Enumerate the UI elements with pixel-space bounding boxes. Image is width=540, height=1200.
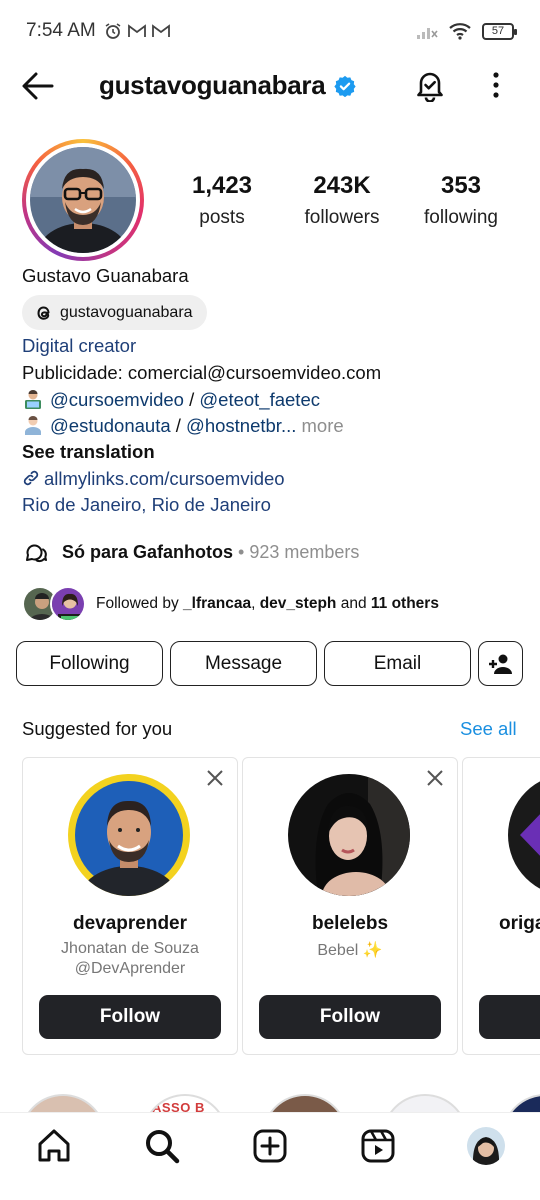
suggested-full-name: Jhonatan de Souza (61, 940, 199, 957)
avatar[interactable] (68, 774, 190, 896)
page-title: gustavoguanabara (99, 70, 326, 100)
mention-link[interactable]: @eteot_faetec (199, 389, 320, 410)
profile-avatar[interactable] (22, 139, 144, 261)
highlight-item[interactable] (382, 1094, 468, 1112)
search-icon (146, 1130, 180, 1164)
channel-icon (26, 544, 47, 563)
email-button[interactable]: Email (324, 641, 471, 686)
suggested-subtitle: @DevAprender (74, 960, 186, 977)
see-translation-link[interactable]: See translation (22, 441, 155, 463)
nav-home[interactable] (35, 1127, 73, 1165)
follow-button[interactable] (479, 995, 540, 1039)
stat-value: 1,423 (191, 172, 253, 199)
others-count[interactable]: 11 others (371, 595, 439, 612)
nav-search[interactable] (143, 1127, 181, 1165)
threads-handle: gustavoguanabara (60, 303, 193, 321)
suggested-username: devaprender (72, 913, 188, 934)
add-person-icon (488, 654, 512, 674)
signal-icon (417, 28, 438, 39)
nav-profile[interactable] (467, 1127, 505, 1165)
stat-label: posts (199, 207, 245, 228)
stat-label: following (424, 207, 498, 228)
bio-mentions-line: @cursoemvideo / @eteot_faetec (22, 389, 320, 411)
gmail-icon (151, 24, 170, 37)
follow-button[interactable]: Follow (259, 995, 441, 1039)
nav-create[interactable] (251, 1127, 289, 1165)
close-icon[interactable] (425, 768, 445, 788)
bottom-navigation (0, 1112, 540, 1200)
stat-posts[interactable]: 1,423 posts (152, 172, 292, 229)
battery-indicator: 57 (482, 22, 517, 40)
bell-check-icon (417, 72, 443, 103)
bio-text: Publicidade: comercial@cursoemvideo.com (22, 362, 382, 383)
kebab-menu-icon (493, 72, 499, 98)
mention-link[interactable]: @estudonauta (50, 415, 171, 436)
follower-username[interactable]: _lfrancaa (183, 595, 251, 612)
follower-username[interactable]: dev_steph (260, 595, 337, 612)
channel-name: Só para Gafanhotos (62, 541, 234, 562)
suggested-card[interactable]: devaprender Jhonatan de Souza @DevAprend… (22, 757, 238, 1055)
highlight-label: ASSO B (152, 1100, 205, 1112)
suggested-card[interactable]: belelebs Bebel ✨ Follow (242, 757, 458, 1055)
link-icon (23, 470, 39, 486)
technologist-emoji-icon (25, 390, 41, 409)
profile-header: gustavoguanabara (0, 62, 540, 110)
add-post-icon (253, 1129, 287, 1163)
see-all-link[interactable]: See all (460, 718, 517, 740)
bio-more-link[interactable]: more (296, 415, 344, 436)
mention-link[interactable]: @hostnetbr... (186, 415, 296, 436)
message-button[interactable]: Message (170, 641, 317, 686)
status-bar: 7:54 AM 57 (0, 0, 540, 62)
following-button[interactable]: Following (16, 641, 163, 686)
suggested-username: origa (499, 913, 540, 934)
suggested-username: belelebs (311, 913, 389, 934)
bio-mentions-line: @estudonauta / @hostnetbr... more (22, 415, 344, 437)
home-icon (38, 1129, 70, 1162)
avatar (467, 1127, 505, 1165)
more-options-button[interactable] (484, 68, 508, 102)
back-arrow-icon (22, 72, 54, 100)
threads-icon (37, 305, 50, 320)
notifications-button[interactable] (413, 68, 447, 103)
close-icon[interactable] (205, 768, 225, 788)
follow-button[interactable]: Follow (39, 995, 221, 1039)
story-highlights: ASSO B (0, 1088, 540, 1112)
highlight-item[interactable] (502, 1094, 540, 1112)
avatar (50, 586, 86, 622)
status-time: 7:54 AM (26, 20, 96, 41)
threads-badge[interactable]: gustavoguanabara (22, 295, 207, 330)
followed-by[interactable]: Followed by _lfrancaa, dev_steph and 11 … (22, 586, 439, 622)
suggested-title: Suggested for you (22, 718, 173, 739)
highlight-item[interactable]: ASSO B (142, 1094, 228, 1112)
back-button[interactable] (20, 70, 56, 102)
profile-location[interactable]: Rio de Janeiro, Rio de Janeiro (22, 494, 271, 516)
wifi-icon (449, 23, 471, 40)
alarm-icon (105, 23, 121, 39)
profile-link[interactable]: allmylinks.com/cursoemvideo (22, 468, 285, 490)
gmail-icon (127, 24, 146, 37)
reels-icon (361, 1129, 395, 1163)
full-name: Gustavo Guanabara (22, 265, 189, 286)
mention-link[interactable]: @cursoemvideo (50, 389, 184, 410)
suggested-card[interactable]: origa (462, 757, 540, 1055)
person-emoji-icon (25, 416, 41, 435)
suggested-full-name: Bebel ✨ (317, 942, 383, 959)
broadcast-channel[interactable]: Só para Gafanhotos • 923 members (22, 540, 359, 564)
channel-members: • 923 members (233, 541, 360, 562)
highlight-item[interactable] (20, 1094, 106, 1112)
profile-category: Digital creator (22, 335, 137, 356)
avatar[interactable] (288, 774, 410, 896)
suggest-people-button[interactable] (478, 641, 523, 686)
stat-value: 353 (440, 172, 482, 199)
avatar (30, 147, 136, 253)
verified-badge-icon (334, 75, 356, 97)
highlight-item[interactable] (262, 1094, 348, 1112)
nav-reels[interactable] (359, 1127, 397, 1165)
stat-following[interactable]: 353 following (391, 172, 531, 229)
avatar[interactable] (508, 774, 540, 896)
